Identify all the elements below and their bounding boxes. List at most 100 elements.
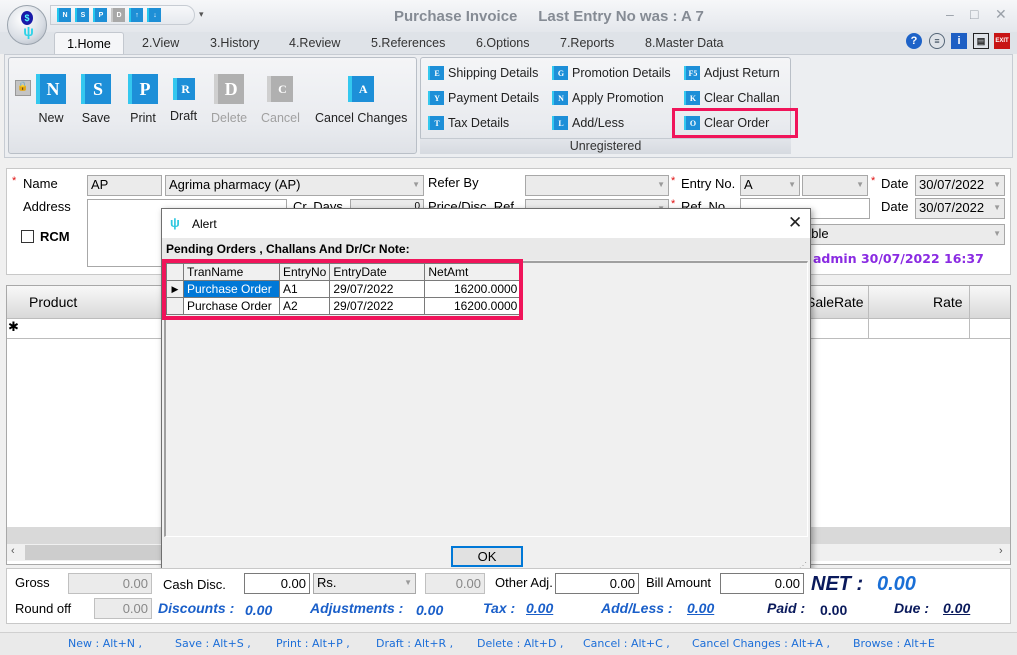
dialog-close-icon[interactable]: ✕ (788, 213, 802, 233)
quick-delete-icon[interactable]: D (111, 8, 125, 22)
column-divider (969, 286, 970, 338)
delete-label: Delete (211, 111, 248, 125)
tab-review[interactable]: 4.Review (289, 34, 340, 54)
quick-up-icon[interactable]: ↑ (129, 8, 143, 22)
net-value: 0.00 (877, 573, 916, 595)
draft-button[interactable]: R Draft (170, 74, 197, 123)
maximize-button[interactable]: □ (970, 6, 978, 22)
cash-disc-input[interactable]: 0.00 (244, 573, 310, 594)
tax-type-select[interactable]: able ▼ (800, 224, 1005, 245)
date-picker[interactable]: 30/07/2022 ▼ (915, 175, 1005, 196)
add-less-icon: L (552, 116, 568, 130)
quick-save-icon[interactable]: S (75, 8, 89, 22)
promotion-details-icon: G (552, 66, 568, 80)
ref-date-label: Date (881, 199, 909, 214)
tax-details-button[interactable]: T Tax Details (428, 116, 509, 130)
tax-value[interactable]: 0.00 (526, 600, 553, 616)
tab-master-data[interactable]: 8.Master Data (645, 34, 724, 54)
cancel-changes-button[interactable]: A Cancel Changes (315, 74, 407, 125)
shipping-details-button[interactable]: E Shipping Details (428, 66, 538, 80)
paid-label: Paid : (767, 600, 806, 616)
last-entry-label: Last Entry No was : A 7 (538, 8, 704, 25)
document-icon[interactable]: ▤ (973, 33, 989, 49)
delete-button[interactable]: D Delete (211, 74, 247, 125)
ref-date-value: 30/07/2022 (919, 200, 985, 215)
quick-print-icon[interactable]: P (93, 8, 107, 22)
lock-icon[interactable]: 🔒 (15, 80, 31, 96)
help-icon[interactable]: ? (906, 33, 922, 49)
party-name-value: Agrima pharmacy (AP) (169, 177, 301, 192)
database-icon[interactable]: ≡ (929, 33, 945, 49)
entry-no-select[interactable]: ▼ (802, 175, 868, 196)
chevron-down-icon: ▼ (404, 578, 412, 587)
tax-details-icon: T (428, 116, 444, 130)
column-rate[interactable]: Rate (933, 294, 963, 310)
chevron-down-icon: ▼ (993, 180, 1001, 189)
entry-series-select[interactable]: A ▼ (740, 175, 800, 196)
net-label: NET : (811, 573, 864, 595)
apply-promotion-button[interactable]: N Apply Promotion (552, 91, 664, 105)
party-code-input[interactable]: AP (87, 175, 162, 196)
rcm-checkbox[interactable] (21, 230, 34, 243)
party-name-select[interactable]: Agrima pharmacy (AP) ▼ (165, 175, 424, 196)
shortcut-cancel-changes: Cancel Changes : Alt+A , (692, 637, 830, 650)
scroll-left-icon[interactable]: ‹ (11, 545, 15, 557)
print-button[interactable]: P Print (128, 74, 158, 125)
chevron-down-icon: ▼ (856, 180, 864, 189)
tab-history[interactable]: 3.History (210, 34, 259, 54)
other-adj-input[interactable]: 0.00 (555, 573, 639, 594)
adjust-return-icon: F5 (684, 66, 700, 80)
exit-icon[interactable]: EXIT (994, 33, 1010, 49)
info-icon[interactable]: i (951, 33, 967, 49)
promotion-details-button[interactable]: G Promotion Details (552, 66, 671, 80)
add-less-label: Add/Less (572, 116, 625, 130)
refer-by-select[interactable]: ▼ (525, 175, 669, 196)
new-button[interactable]: N New (36, 74, 66, 125)
tax-label: Tax : (483, 600, 516, 616)
bill-amount-input[interactable]: 0.00 (720, 573, 804, 594)
tab-references[interactable]: 5.References (371, 34, 445, 54)
paid-value: 0.00 (820, 602, 848, 618)
tab-view[interactable]: 2.View (142, 34, 179, 54)
payment-details-button[interactable]: Y Payment Details (428, 91, 539, 105)
draft-icon: R (172, 78, 195, 100)
column-product[interactable]: Product (29, 294, 77, 310)
add-less-value[interactable]: 0.00 (687, 600, 714, 616)
shortcut-print: Print : Alt+P , (276, 637, 350, 650)
app-logo[interactable]: $ ψ (7, 5, 47, 45)
shortcut-draft: Draft : Alt+R , (376, 637, 454, 650)
new-icon: N (36, 74, 66, 104)
save-button[interactable]: S Save (81, 74, 111, 125)
ok-button[interactable]: OK (451, 546, 523, 567)
close-button[interactable]: ✕ (995, 6, 1007, 23)
column-salerate[interactable]: SaleRate (806, 294, 864, 310)
cash-disc-unit-select[interactable]: Rs. ▼ (313, 573, 416, 594)
quick-down-icon[interactable]: ↓ (147, 8, 161, 22)
entry-series-value: A (744, 177, 753, 192)
minimize-button[interactable]: – (946, 6, 954, 22)
add-less-button[interactable]: L Add/Less (552, 116, 624, 130)
quick-access-toolbar: N S P D ↑ ↓ (50, 5, 195, 25)
tab-options[interactable]: 6.Options (476, 34, 530, 54)
tab-home[interactable]: 1.Home (54, 32, 124, 55)
ref-date-picker[interactable]: 30/07/2022 ▼ (915, 198, 1005, 219)
apply-promotion-icon: N (552, 91, 568, 105)
dialog-title-bar: ψ Alert ✕ (162, 209, 810, 238)
customize-toolbar-icon[interactable]: ▾ (199, 9, 204, 20)
clear-challan-button[interactable]: K Clear Challan (684, 91, 780, 105)
scroll-right-icon[interactable]: › (999, 545, 1003, 557)
dialog-message: Pending Orders , Challans And Dr/Cr Note… (162, 238, 810, 260)
save-label: Save (81, 111, 111, 125)
quick-new-icon[interactable]: N (57, 8, 71, 22)
tab-reports[interactable]: 7.Reports (560, 34, 614, 54)
cancel-icon: C (267, 76, 294, 102)
new-label: New (38, 111, 64, 125)
discounts-label: Discounts : (158, 600, 235, 616)
cancel-button[interactable]: C Cancel (261, 74, 300, 125)
adjust-return-button[interactable]: F5 Adjust Return (684, 66, 780, 80)
required-marker: * (12, 175, 17, 187)
cash-disc-unit-value: Rs. (317, 575, 337, 590)
due-value[interactable]: 0.00 (943, 600, 970, 616)
print-label: Print (130, 111, 156, 125)
discounts-value: 0.00 (245, 602, 273, 618)
